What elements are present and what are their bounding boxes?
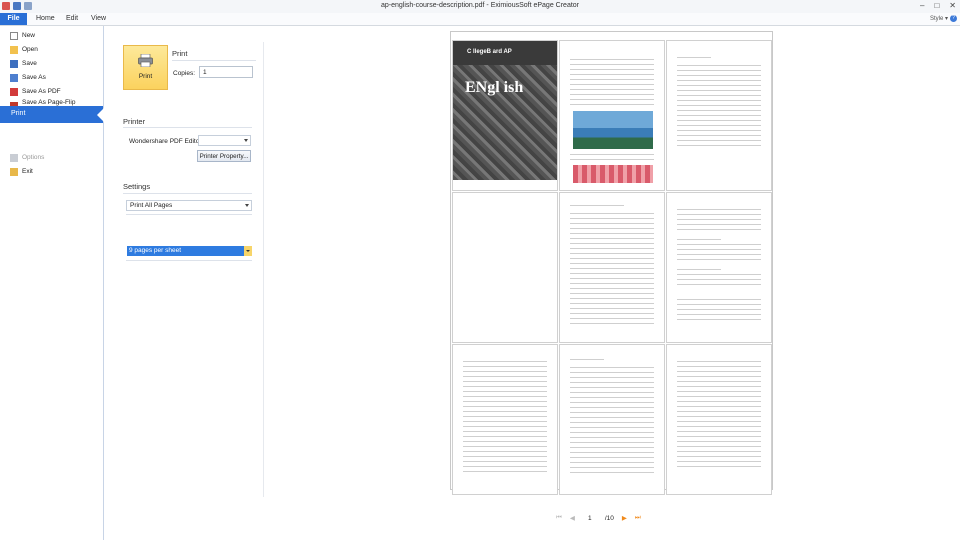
print-section-title: Print [172,49,188,58]
cover-heading: C llegeB ard AP [467,49,512,55]
menu-item-label: Exit [22,168,33,175]
window-controls: – □ ✕ [920,1,956,10]
printer-icon [138,54,153,67]
maximize-icon[interactable]: □ [934,1,939,10]
print-button-label: Print [138,73,153,80]
current-page-input[interactable]: 1 [583,515,597,522]
printer-select[interactable] [198,135,251,146]
print-range-select[interactable]: Print All Pages [126,200,252,211]
menu-item-label: Open [22,46,38,53]
preview-page-9 [666,344,772,495]
window-title: ap-english-course-description.pdf - Exim… [380,2,580,9]
chevron-down-icon [246,250,250,252]
divider [123,127,252,128]
copies-input[interactable]: 1 [199,66,253,78]
print-preview: C llegeB ard AP ENgl ish [450,31,773,495]
tab-view[interactable]: View [91,13,106,25]
preview-page-3 [666,40,772,191]
menu-item-label: Print [11,110,26,117]
copies-label: Copies: [173,70,196,77]
pages-per-sheet-select[interactable]: 9 pages per sheet [127,246,252,256]
preview-page-4 [452,192,558,343]
tab-edit[interactable]: Edit [66,13,78,25]
dropdown-button[interactable] [244,246,252,256]
panel-divider [263,42,264,497]
tab-home[interactable]: Home [36,13,55,25]
printer-property-button[interactable]: Printer Property... [197,150,251,162]
new-icon [10,31,18,40]
pdf-icon [10,87,18,96]
minimize-icon[interactable]: – [920,1,924,10]
first-page-icon[interactable]: ⏮ [556,514,562,522]
menu-item-label: Options [22,154,45,161]
page-navigation: ⏮ ◀ 1 /10 ▶ ⏭ [556,514,641,522]
title-bar: ap-english-course-description.pdf - Exim… [0,0,960,14]
exit-icon [10,167,18,176]
selection-pointer [97,108,104,122]
backstage-menu: New Open Save Save As Save As PDF Save A… [0,26,104,540]
page-photo [573,111,653,149]
chevron-down-icon [245,204,249,207]
save-icon [10,59,18,68]
menu-item-label: Save As [22,74,46,81]
cover-title: ENgl ish [465,79,524,96]
cover-image: C llegeB ard AP ENgl ish [453,41,557,180]
total-pages: /10 [604,514,614,522]
options-icon [10,153,18,162]
menu-item-new[interactable]: New [0,29,103,42]
divider [126,214,252,215]
preview-page-8 [559,344,665,495]
menu-item-label: Save As PDF [22,88,61,95]
menu-item-exit[interactable]: Exit [0,165,103,178]
menu-item-save-as-pdf[interactable]: Save As PDF [0,85,103,98]
divider [123,193,252,194]
menu-item-label: New [22,32,36,39]
settings-section-title: Settings [123,182,151,191]
pages-per-sheet-value: 9 pages per sheet [129,247,182,254]
menu-item-print[interactable]: Print [0,106,104,123]
ribbon-tabs: File Home Edit View Style ▾ ? [0,13,960,26]
menu-item-open[interactable]: Open [0,43,103,56]
style-label: Style [929,16,944,22]
next-page-icon[interactable]: ▶ [622,514,627,522]
print-range-value: Print All Pages [130,202,173,209]
printer-section-title: Printer [123,117,146,126]
menu-item-save-as[interactable]: Save As [0,71,103,84]
printer-name: Wondershare PDF Editor [129,138,202,145]
help-icon[interactable]: ? [950,15,957,22]
print-button[interactable]: Print [123,45,168,90]
menu-item-label: Save [22,60,37,67]
page-photo [573,165,653,183]
previous-page-icon[interactable]: ◀ [570,514,575,522]
chevron-down-icon [244,139,248,142]
menu-item-options: Options [0,151,103,164]
preview-page-6 [666,192,772,343]
preview-page-2 [559,40,665,191]
preview-page-5 [559,192,665,343]
close-icon[interactable]: ✕ [949,1,956,10]
save-as-icon [10,73,18,82]
preview-page-7 [452,344,558,495]
divider [126,260,252,261]
preview-page-1: C llegeB ard AP ENgl ish [452,40,558,191]
style-menu[interactable]: Style ▾ [930,13,948,25]
divider [172,60,256,61]
tab-file[interactable]: File [0,13,27,25]
last-page-icon[interactable]: ⏭ [635,514,641,522]
menu-item-save[interactable]: Save [0,57,103,70]
folder-icon [10,45,18,54]
